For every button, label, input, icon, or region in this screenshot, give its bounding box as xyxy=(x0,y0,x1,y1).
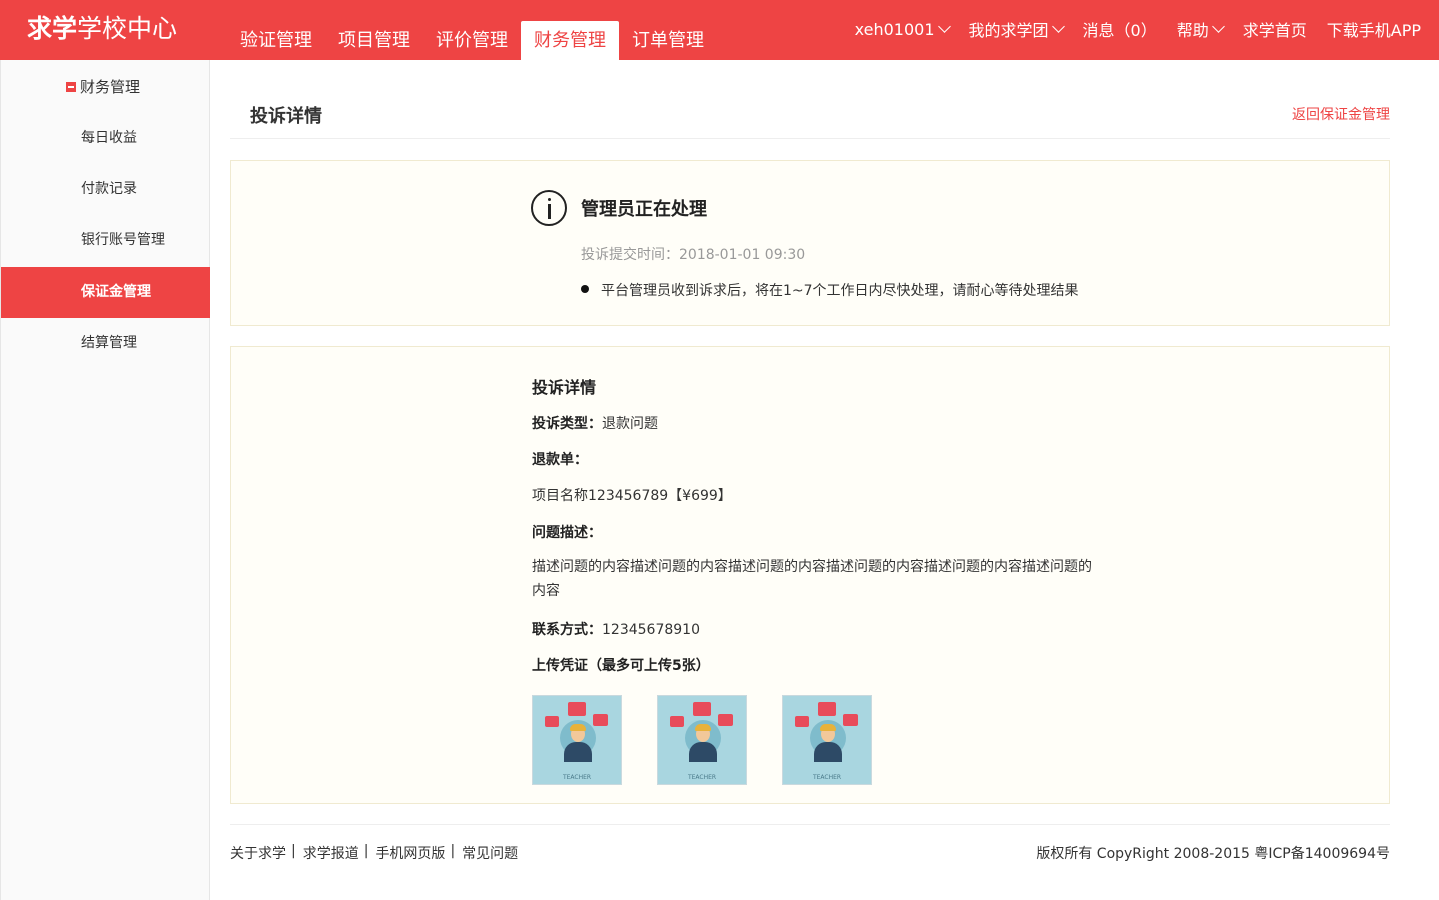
status-note: 平台管理员收到诉求后，将在1~7个工作日内尽快处理，请耐心等待处理结果 xyxy=(581,280,1079,300)
refund-order-label: 退款单： xyxy=(532,452,588,468)
sidebar-item-settlement[interactable]: 结算管理 xyxy=(1,318,210,369)
sidebar-item-bank-accounts[interactable]: 银行账号管理 xyxy=(1,215,210,266)
help-dropdown[interactable]: 帮助 xyxy=(1177,17,1225,41)
status-panel: 管理员正在处理 投诉提交时间：2018-01-01 09:30 平台管理员收到诉… xyxy=(230,160,1390,326)
divider xyxy=(230,138,1390,139)
chevron-down-icon xyxy=(1211,20,1225,33)
footer-link-news[interactable]: 求学报道 xyxy=(303,843,359,863)
evidence-image[interactable]: TEACHER xyxy=(657,695,747,785)
copyright: 版权所有 CopyRight 2008-2015 粤ICP备14009694号 xyxy=(1036,846,1390,862)
detail-panel: 投诉详情 投诉类型：退款问题 退款单： 项目名称123456789【¥699】 … xyxy=(230,346,1390,804)
main-nav: 验证管理 项目管理 评价管理 财务管理 订单管理 xyxy=(227,21,717,60)
user-menu: xeh01001 我的求学团 消息（0） 帮助 求学首页 下载手机APP xyxy=(855,17,1421,41)
upload-label: 上传凭证（最多可上传5张） xyxy=(532,658,710,674)
chevron-down-icon xyxy=(937,20,951,33)
messages-link[interactable]: 消息（0） xyxy=(1083,17,1157,41)
site-logo[interactable]: 求学学校中心 xyxy=(27,12,177,46)
top-bar: 求学学校中心 验证管理 项目管理 评价管理 财务管理 订单管理 xeh01001… xyxy=(0,0,1439,60)
submit-time: 投诉提交时间：2018-01-01 09:30 xyxy=(581,247,806,263)
my-group-dropdown[interactable]: 我的求学团 xyxy=(969,17,1065,41)
evidence-image[interactable]: TEACHER xyxy=(782,695,872,785)
sidebar-item-deposit[interactable]: 保证金管理 xyxy=(1,267,210,318)
sidebar-item-daily-income[interactable]: 每日收益 xyxy=(1,113,210,164)
sidebar-section-finance[interactable]: 财务管理 xyxy=(66,76,140,97)
nav-reviews[interactable]: 评价管理 xyxy=(423,21,521,60)
description-text: 描述问题的内容描述问题的内容描述问题的内容描述问题的内容描述问题的内容描述问题的… xyxy=(532,559,1092,599)
nav-orders[interactable]: 订单管理 xyxy=(619,21,717,60)
sidebar-item-payment-records[interactable]: 付款记录 xyxy=(1,164,210,215)
back-to-deposit-link[interactable]: 返回保证金管理 xyxy=(1292,104,1390,124)
collapse-icon xyxy=(66,81,76,92)
nav-finance[interactable]: 财务管理 xyxy=(521,21,619,60)
status-title: 管理员正在处理 xyxy=(581,199,707,220)
footer-divider xyxy=(230,824,1390,825)
complaint-type: 投诉类型：退款问题 xyxy=(532,416,658,432)
download-app-link[interactable]: 下载手机APP xyxy=(1327,17,1421,41)
evidence-image[interactable]: TEACHER xyxy=(532,695,622,785)
footer-link-faq[interactable]: 常见问题 xyxy=(462,843,518,863)
sidebar: 财务管理 每日收益 付款记录 银行账号管理 保证金管理 结算管理 xyxy=(0,60,210,900)
info-icon xyxy=(531,190,567,226)
nav-projects[interactable]: 项目管理 xyxy=(325,21,423,60)
description-label: 问题描述： xyxy=(532,525,602,541)
chevron-down-icon xyxy=(1051,20,1065,33)
footer-link-mobile[interactable]: 手机网页版 xyxy=(375,843,445,863)
nav-verify[interactable]: 验证管理 xyxy=(227,21,325,60)
footer-links: 关于求学 | 求学报道 | 手机网页版 | 常见问题 xyxy=(230,843,519,863)
home-link[interactable]: 求学首页 xyxy=(1243,17,1307,41)
footer-link-about[interactable]: 关于求学 xyxy=(230,843,286,863)
refund-order-value: 项目名称123456789【¥699】 xyxy=(532,488,732,504)
user-account-dropdown[interactable]: xeh01001 xyxy=(855,20,951,39)
detail-heading: 投诉详情 xyxy=(532,378,597,397)
contact-info: 联系方式：12345678910 xyxy=(532,622,700,638)
page-title: 投诉详情 xyxy=(250,106,322,127)
